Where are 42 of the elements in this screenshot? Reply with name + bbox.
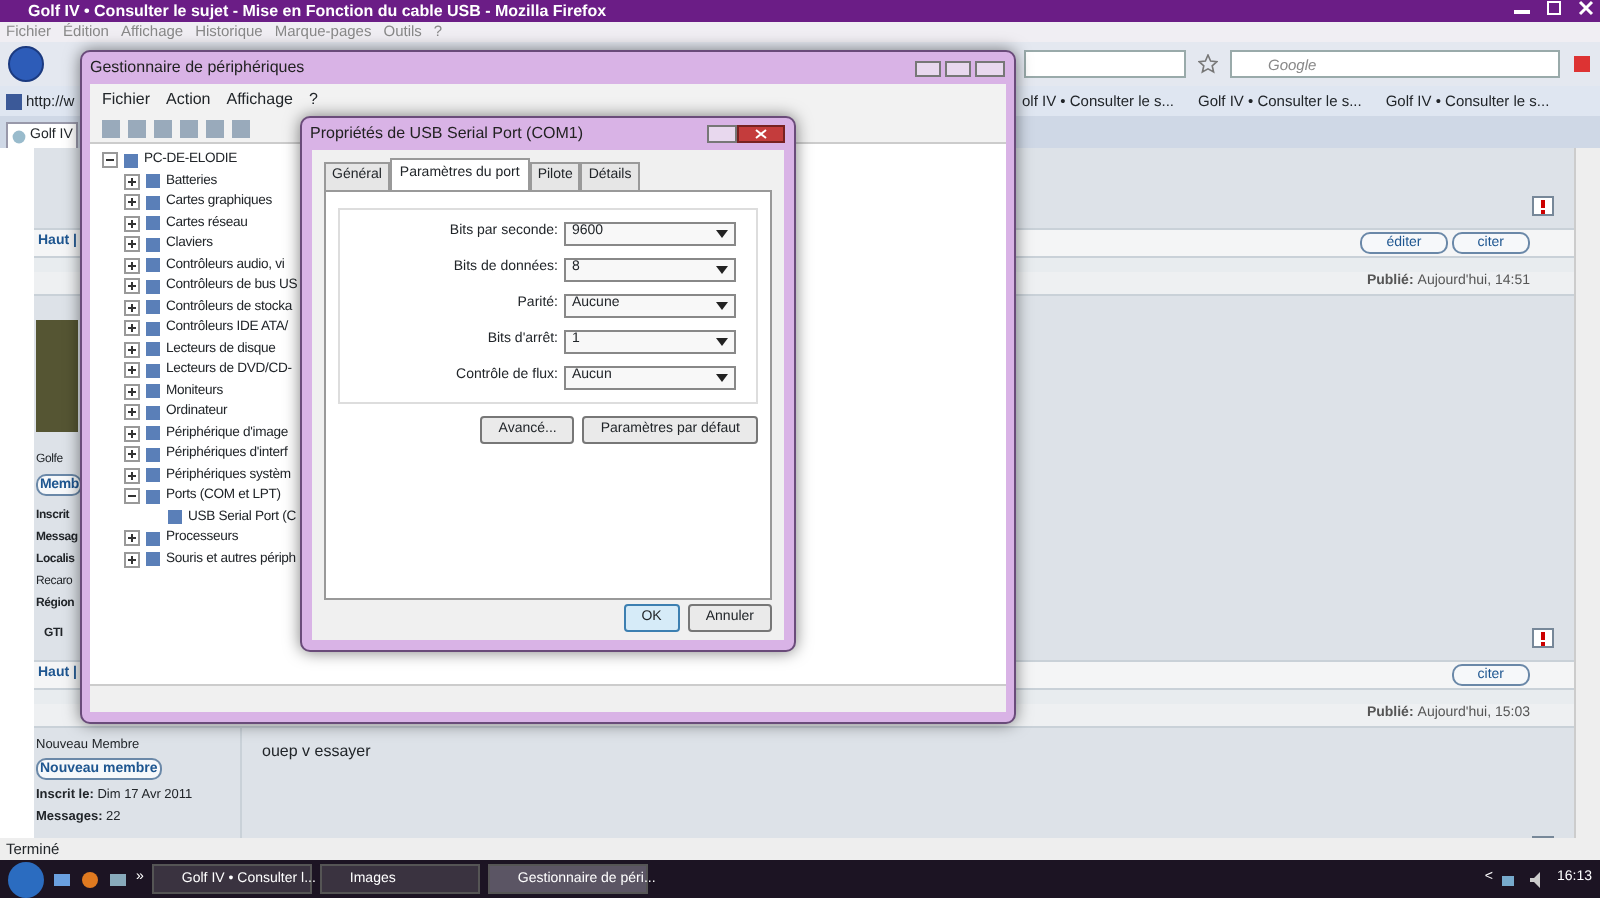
url-field[interactable] <box>1024 50 1186 78</box>
expand-icon[interactable] <box>124 173 140 190</box>
star-icon <box>1198 54 1218 74</box>
scrollbar[interactable] <box>1574 148 1600 838</box>
expand-icon[interactable] <box>124 446 140 463</box>
dropdown-arrow-icon <box>716 301 728 309</box>
dropdown-arrow-icon <box>716 373 728 381</box>
expand-icon[interactable] <box>124 215 140 232</box>
menu-item[interactable]: Fichier <box>102 88 151 112</box>
expand-icon[interactable] <box>124 257 140 274</box>
help-close-icon <box>706 124 786 144</box>
report-icon[interactable] <box>1532 628 1554 648</box>
menu-item[interactable]: ? <box>308 88 318 112</box>
menu-item[interactable]: Affichage <box>226 88 293 112</box>
report-icon[interactable] <box>1532 196 1554 216</box>
expand-icon[interactable] <box>124 299 140 316</box>
expand-icon[interactable] <box>124 383 140 400</box>
expand-icon[interactable] <box>124 530 140 547</box>
expand-icon[interactable] <box>124 425 140 442</box>
window-title: Golf IV • Consulter le sujet - Mise en Fonction du cable USB - Mozilla Firefox <box>28 0 607 22</box>
expand-icon[interactable] <box>124 236 140 253</box>
window-title: Gestionnaire de périphériques <box>90 56 305 80</box>
post-text: ouep v essayer <box>262 740 371 764</box>
expand-icon[interactable] <box>124 320 140 337</box>
window-controls-icon <box>914 59 1006 77</box>
dropdown-arrow-icon <box>716 229 728 237</box>
expand-icon[interactable] <box>124 341 140 358</box>
expand-icon[interactable] <box>124 467 140 484</box>
bookmark-icon <box>6 93 22 109</box>
back-button[interactable] <box>8 46 44 82</box>
collapse-icon[interactable] <box>124 488 140 505</box>
expand-icon[interactable] <box>124 362 140 379</box>
expand-icon[interactable] <box>124 404 140 421</box>
start-button[interactable] <box>8 861 44 897</box>
expand-icon[interactable] <box>124 278 140 295</box>
dropdown-arrow-icon <box>716 265 728 273</box>
expand-icon[interactable] <box>124 551 140 568</box>
dropdown-arrow-icon <box>716 337 728 345</box>
expand-icon[interactable] <box>124 194 140 211</box>
collapse-icon[interactable] <box>102 152 118 169</box>
dialog-title: Propriétés de USB Serial Port (COM1) <box>310 122 583 146</box>
menu-item[interactable]: Action <box>166 88 211 112</box>
